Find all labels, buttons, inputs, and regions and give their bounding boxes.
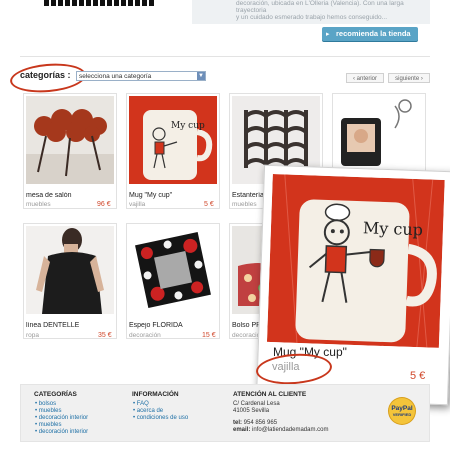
svg-text:My cup: My cup [171, 121, 205, 131]
intro-line: y un cuidado esmerado trabajo hemos cons… [236, 14, 388, 21]
arrow-right-icon: ▸ [326, 31, 330, 38]
product-name[interactable]: mesa de salón [26, 192, 114, 199]
contact-street: C/ Cardenal Lesa [233, 401, 280, 407]
product-image[interactable] [129, 226, 217, 314]
paypal-label: PayPal [391, 405, 413, 412]
footer-categories-title: CATEGORÍAS [34, 391, 77, 398]
about-link[interactable]: • acerca de [133, 408, 188, 415]
footer-link[interactable]: • bolsos [35, 401, 88, 408]
product-price: 35 € [98, 332, 112, 339]
product-price: 96 € [97, 201, 111, 208]
footer-link[interactable]: • muebles [35, 408, 88, 415]
recommend-store-label: recomienda la tienda [336, 29, 411, 38]
faq-link[interactable]: • FAQ [133, 401, 188, 408]
previous-page-button[interactable]: ‹ anterior [346, 73, 384, 83]
contact-email: email: info@latiendademadam.com [233, 427, 329, 433]
next-page-button[interactable]: siguiente › [388, 73, 430, 83]
contact-city: 41005 Sevilla [233, 408, 270, 414]
product-price: 5 € [204, 201, 214, 208]
product-price: 15 € [202, 332, 216, 339]
product-category: decoración [129, 332, 161, 339]
footer-contact-block: C/ Cardenal Lesa 41005 Sevilla tel: 954 … [233, 401, 328, 434]
footer-categories-list: • bolsos • muebles • decoración interior… [35, 401, 88, 436]
paypal-verified-badge[interactable]: PayPal VERIFIED [389, 398, 415, 424]
intro-line: decoración, ubicada en L'Olleria (Valenc… [236, 0, 404, 14]
mug-print-text: My cup [363, 218, 424, 239]
product-image[interactable] [26, 96, 114, 184]
product-image[interactable] [26, 226, 114, 314]
product-category: muebles [232, 201, 257, 208]
terms-link[interactable]: • condiciones de uso [133, 415, 188, 422]
contact-phone: tel: 954 856 965 [233, 420, 278, 426]
product-name[interactable]: Mug "My cup" [129, 192, 217, 199]
zoom-product-price: 5 € [410, 370, 426, 382]
intro-text: decoración, ubicada en L'Olleria (Valenc… [236, 0, 426, 21]
product-image[interactable]: My cup [129, 96, 217, 184]
product-category: vajilla [129, 201, 146, 208]
product-category: muebles [26, 201, 51, 208]
zoom-product-image: My cup [266, 174, 445, 348]
paypal-verified-label: VERIFIED [392, 412, 412, 417]
product-category: ropa [26, 332, 40, 339]
footer-contact-title: ATENCIÓN AL CLIENTE [233, 391, 307, 398]
footer-info-title: INFORMACIÓN [132, 391, 179, 398]
store-logo[interactable] [44, 0, 154, 6]
footer-link[interactable]: • muebles [35, 422, 88, 429]
category-select[interactable]: selecciona una categoría [76, 71, 206, 81]
product-name[interactable]: Espejo FLORIDA [129, 322, 217, 329]
footer-link[interactable]: • decoración interior [35, 415, 88, 422]
divider [20, 56, 430, 57]
footer-link[interactable]: • decoración interior [35, 429, 88, 436]
chevron-down-icon[interactable]: ▼ [197, 72, 205, 80]
footer-info-list: • FAQ • acerca de • condiciones de uso [133, 401, 188, 422]
product-name[interactable]: línea DENTELLE [26, 322, 114, 329]
